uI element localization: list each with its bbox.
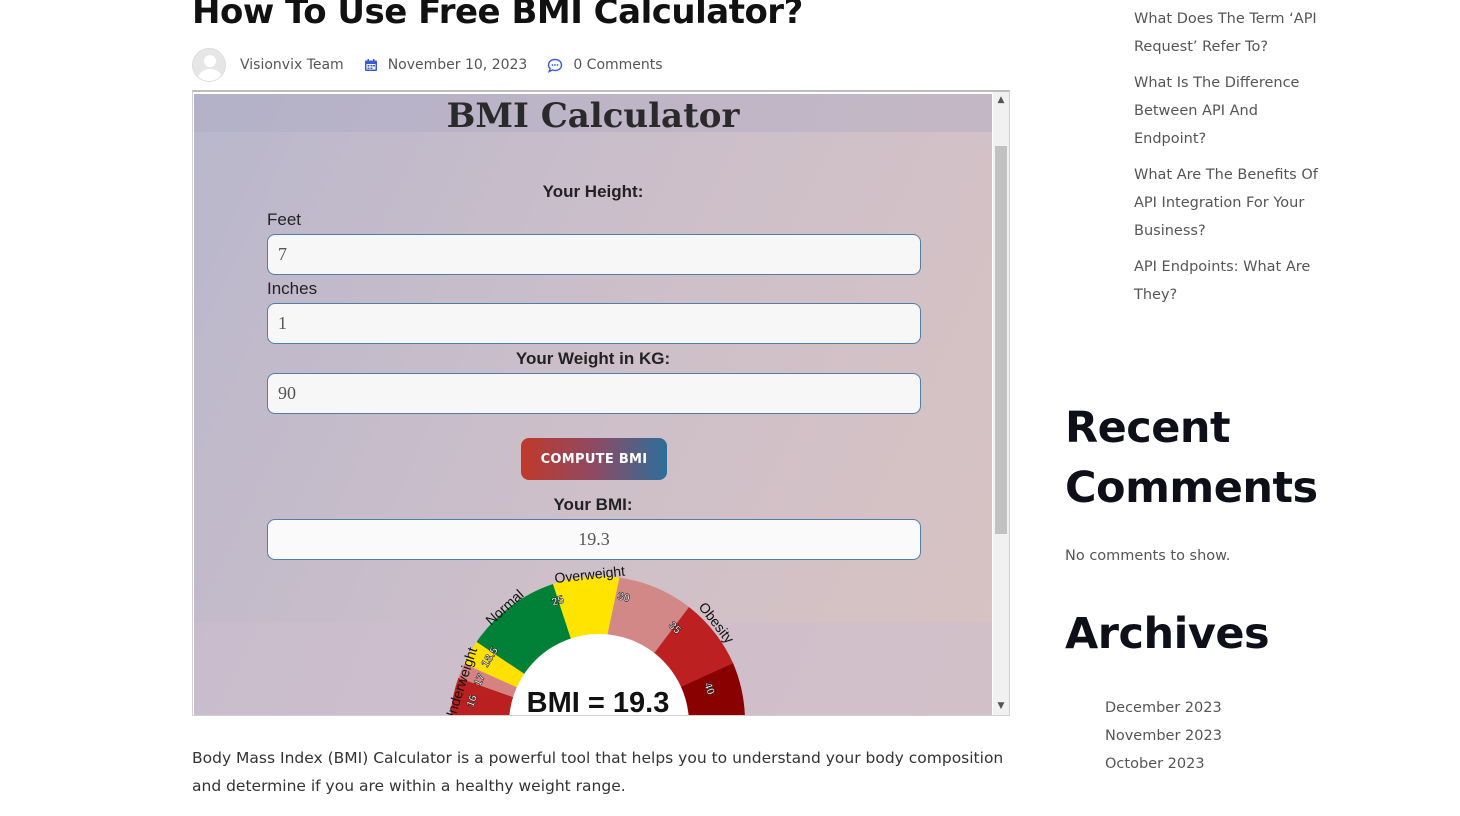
- result-label: Your BMI:: [553, 495, 633, 514]
- comment-icon: [547, 58, 563, 73]
- related-post-link[interactable]: What Are The Benefits Of API Integration…: [1134, 161, 1334, 245]
- iframe-scrollbar[interactable]: ▲ ▼: [993, 92, 1009, 715]
- related-post-link[interactable]: API Endpoints: What Are They?: [1134, 253, 1334, 309]
- post-title: How To Use Free BMI Calculator?: [192, 0, 803, 32]
- archive-link[interactable]: November 2023: [1105, 722, 1222, 750]
- feet-label: Feet: [267, 210, 302, 229]
- bmi-result-field: [267, 519, 921, 560]
- scroll-up-arrow-icon[interactable]: ▲: [993, 92, 1009, 108]
- calculator-title: BMI Calculator: [446, 96, 740, 136]
- archive-link[interactable]: December 2023: [1105, 694, 1222, 722]
- gauge-bmi-readout: BMI = 19.3: [527, 687, 670, 716]
- no-comments-text: No comments to show.: [1065, 548, 1231, 564]
- recent-comments-title: Recent Comments: [1065, 403, 1318, 513]
- post-meta: Visionvix Team November 10, 2023 0 Comme…: [192, 48, 683, 82]
- related-post-link[interactable]: What Is The Difference Between API And E…: [1134, 69, 1334, 153]
- post-date[interactable]: November 10, 2023: [388, 57, 528, 73]
- post-date-group: November 10, 2023: [364, 57, 528, 73]
- inches-label: Inches: [267, 279, 318, 298]
- author-avatar-icon: [192, 48, 226, 82]
- post-comments-link[interactable]: 0 Comments: [573, 57, 662, 73]
- related-posts-list: What Does The Term ‘API Request’ Refer T…: [1134, 5, 1334, 317]
- bmi-gauge: 16 17 18.5 25 30 35 40 Underweight Norma…: [441, 564, 745, 716]
- calendar-icon: [364, 58, 378, 72]
- weight-label: Your Weight in KG:: [515, 349, 671, 368]
- archives-list: December 2023 November 2023 October 2023: [1105, 694, 1222, 778]
- related-post-link[interactable]: What Does The Term ‘API Request’ Refer T…: [1134, 5, 1334, 61]
- height-section-label: Your Height:: [542, 182, 644, 201]
- compute-bmi-button[interactable]: COMPUTE BMI: [521, 438, 667, 480]
- scroll-down-arrow-icon[interactable]: ▼: [993, 698, 1009, 714]
- post-comments-group: 0 Comments: [547, 57, 663, 73]
- scrollbar-thumb[interactable]: [995, 146, 1007, 534]
- archive-link[interactable]: October 2023: [1105, 750, 1222, 778]
- inches-input[interactable]: [267, 303, 921, 344]
- post-intro-paragraph: Body Mass Index (BMI) Calculator is a po…: [192, 749, 1004, 795]
- weight-input[interactable]: [267, 373, 921, 414]
- bmi-calculator: BMI Calculator Your Height: Feet Inches …: [194, 94, 992, 716]
- post-author[interactable]: Visionvix Team: [240, 57, 344, 73]
- calculator-iframe: BMI Calculator Your Height: Feet Inches …: [192, 90, 1010, 716]
- feet-input[interactable]: [267, 234, 921, 275]
- archives-title: Archives: [1065, 609, 1270, 659]
